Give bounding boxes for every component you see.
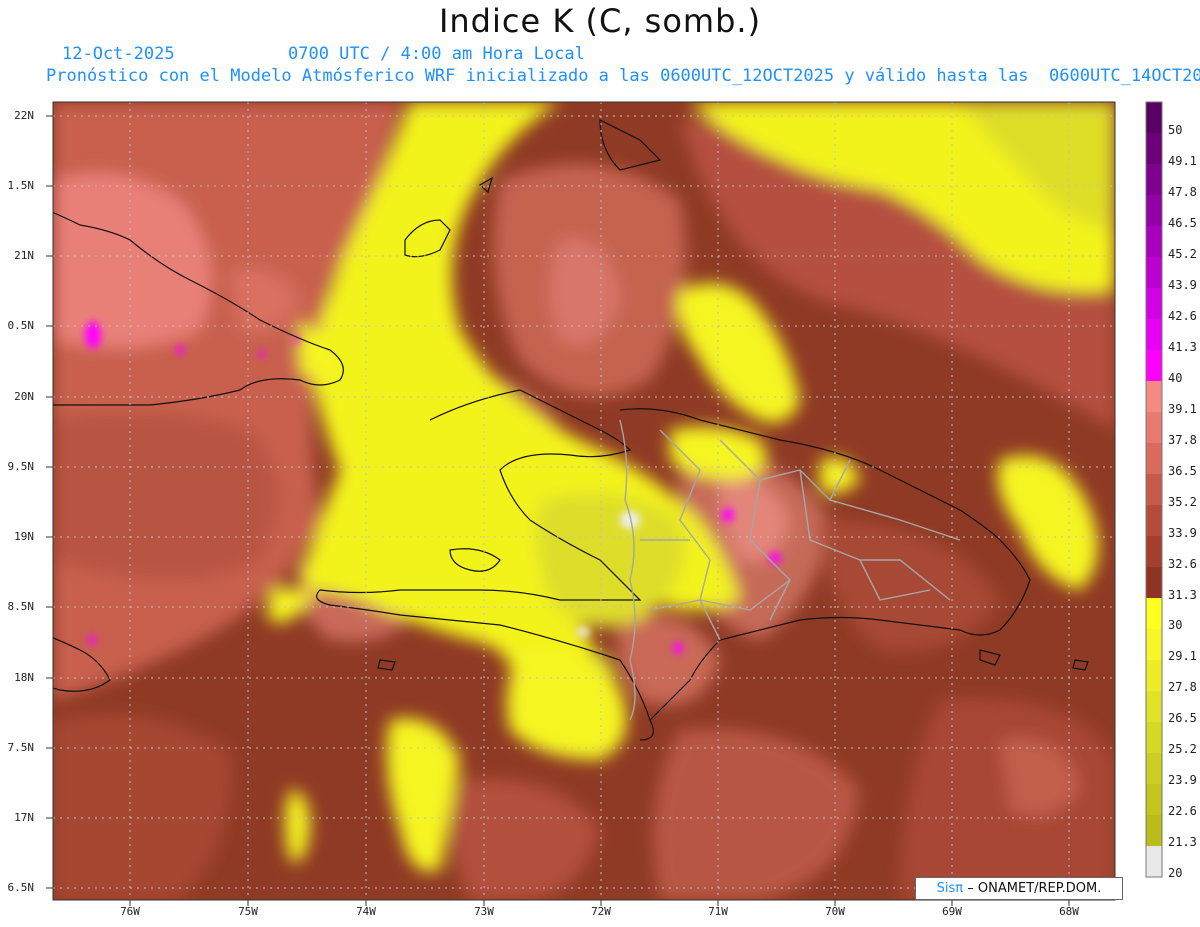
lon-label: 69W xyxy=(942,905,962,918)
colorbar-label: 27.8 xyxy=(1168,680,1197,694)
lat-label: 19N xyxy=(14,530,34,543)
colorbar-label: 25.2 xyxy=(1168,742,1197,756)
colorbar-swatch xyxy=(1146,567,1162,598)
lat-label: 8.5N xyxy=(7,600,35,613)
colorbar-label: 41.3 xyxy=(1168,340,1197,354)
colorbar-swatch xyxy=(1146,381,1162,412)
colorbar-swatch xyxy=(1146,536,1162,567)
lon-label: 74W xyxy=(356,905,376,918)
colorbar-label: 22.6 xyxy=(1168,804,1197,818)
colorbar-swatch xyxy=(1146,505,1162,536)
colorbar-label: 46.5 xyxy=(1168,216,1197,230)
colorbar-swatch xyxy=(1146,846,1162,877)
map-plot xyxy=(46,101,1163,906)
lon-label: 68W xyxy=(1059,905,1079,918)
colorbar-label: 40 xyxy=(1168,371,1183,385)
colorbar-swatch xyxy=(1146,412,1162,443)
lon-label: 71W xyxy=(708,905,728,918)
colorbar-swatch xyxy=(1146,815,1162,846)
lon-label: 73W xyxy=(474,905,494,918)
colorbar-swatch xyxy=(1146,288,1162,319)
colorbar-swatch xyxy=(1146,164,1162,195)
colorbar-label: 29.1 xyxy=(1168,649,1197,663)
colorbar-label: 42.6 xyxy=(1168,309,1197,323)
credit-brand: Sisπ xyxy=(936,881,964,896)
colorbar-label: 50 xyxy=(1168,123,1183,137)
lat-label: 0.5N xyxy=(7,319,35,332)
colorbar-label: 36.5 xyxy=(1168,464,1197,478)
colorbar-swatch xyxy=(1146,443,1162,474)
colorbar-swatch xyxy=(1146,474,1162,505)
lat-label: 1.5N xyxy=(7,179,35,192)
colorbar-label: 20 xyxy=(1168,866,1183,880)
colorbar-label: 32.6 xyxy=(1168,557,1197,571)
colorbar-label: 21.3 xyxy=(1168,835,1197,849)
colorbar-swatch xyxy=(1146,226,1162,257)
colorbar-swatch xyxy=(1146,691,1162,722)
colorbar-swatch xyxy=(1146,784,1162,815)
colorbar-swatch xyxy=(1146,753,1162,784)
colorbar-swatch xyxy=(1146,102,1162,133)
colorbar-swatch xyxy=(1146,660,1162,691)
credit-box: Sisπ – ONAMET/REP.DOM. xyxy=(915,877,1123,900)
colorbar xyxy=(1145,101,1163,878)
credit-text: – ONAMET/REP.DOM. xyxy=(967,881,1102,896)
lon-label: 76W xyxy=(120,905,140,918)
lon-label: 70W xyxy=(825,905,845,918)
colorbar-label: 37.8 xyxy=(1168,433,1197,447)
colorbar-swatch xyxy=(1146,195,1162,226)
colorbar-label: 30 xyxy=(1168,618,1183,632)
colorbar-label: 26.5 xyxy=(1168,711,1197,725)
colorbar-swatch xyxy=(1146,319,1162,350)
lat-label: 6.5N xyxy=(7,881,35,894)
colorbar-swatch xyxy=(1146,722,1162,753)
colorbar-label: 35.2 xyxy=(1168,495,1197,509)
lat-label: 7.5N xyxy=(7,741,35,754)
colorbar-label: 23.9 xyxy=(1168,773,1197,787)
lat-label: 17N xyxy=(14,811,34,824)
lat-label: 18N xyxy=(14,671,34,684)
colorbar-label: 39.1 xyxy=(1168,402,1197,416)
colorbar-swatch xyxy=(1146,629,1162,660)
lat-label: 20N xyxy=(14,390,34,403)
lat-label: 22N xyxy=(14,109,34,122)
colorbar-label: 33.9 xyxy=(1168,526,1197,540)
colorbar-label: 45.2 xyxy=(1168,247,1197,261)
colorbar-swatch xyxy=(1146,350,1162,381)
colorbar-label: 49.1 xyxy=(1168,154,1197,168)
lat-label: 21N xyxy=(14,249,34,262)
lat-label: 9.5N xyxy=(7,460,35,473)
k-index-field xyxy=(53,102,1115,900)
lon-label: 75W xyxy=(238,905,258,918)
colorbar-label: 47.8 xyxy=(1168,185,1197,199)
colorbar-label: 43.9 xyxy=(1168,278,1197,292)
colorbar-swatch xyxy=(1146,598,1162,629)
colorbar-swatch xyxy=(1146,257,1162,288)
colorbar-label: 31.3 xyxy=(1168,588,1197,602)
colorbar-swatch xyxy=(1146,133,1162,164)
lon-label: 72W xyxy=(591,905,611,918)
